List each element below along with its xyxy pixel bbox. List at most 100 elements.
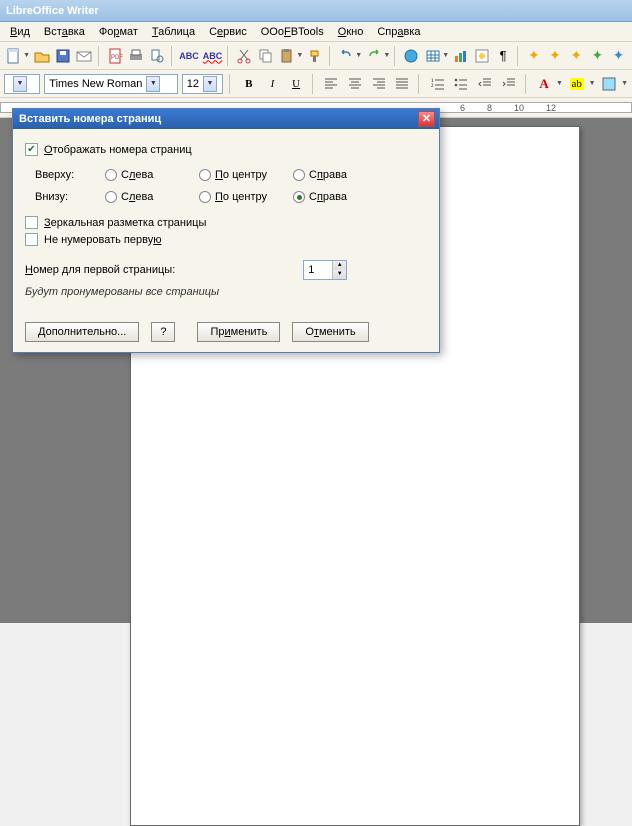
separator [394,46,398,66]
svg-text:2: 2 [431,84,434,89]
chart-icon[interactable] [451,45,470,67]
font-name-combo[interactable]: Times New Roman ▼ [44,74,177,94]
italic-button[interactable]: I [263,73,283,95]
spin-down-icon[interactable]: ▼ [333,270,346,279]
dialog-button-row: Дополнительно... ? Применить Отменить [25,322,427,342]
svg-text:PDF: PDF [111,55,123,61]
star-yellow2-icon[interactable]: ✦ [545,45,564,67]
star-yellow3-icon[interactable]: ✦ [567,45,586,67]
separator [98,46,102,66]
mirror-label: Зеркальная разметка страницы [44,217,206,229]
menu-view[interactable]: Вид [4,24,36,40]
menu-format[interactable]: Формат [93,24,144,40]
top-center-radio[interactable] [199,169,211,181]
outdent-icon[interactable] [475,73,495,95]
top-left-radio[interactable] [105,169,117,181]
apply-button[interactable]: Применить [197,322,280,342]
bottom-right-label: Справа [309,191,347,203]
bottom-left-radio[interactable] [105,191,117,203]
separator [517,46,521,66]
insert-table-icon[interactable] [423,45,442,67]
top-center-label: По центру [215,169,267,181]
align-left-icon[interactable] [322,73,342,95]
spin-up-icon[interactable]: ▲ [333,261,346,270]
menu-ooofbtools[interactable]: OOoFBTools [255,24,330,40]
chevron-down-icon[interactable]: ▼ [203,76,217,92]
redo-icon[interactable] [364,45,383,67]
underline-button[interactable]: U [286,73,306,95]
menu-window[interactable]: Окно [332,24,370,40]
paste-icon[interactable] [277,45,296,67]
mirror-row: Зеркальная разметка страницы [25,216,427,229]
link-icon[interactable] [402,45,421,67]
autospell-icon[interactable]: ABC [202,45,224,67]
separator [418,74,422,94]
bottom-center-label: По центру [215,191,267,203]
first-page-number-row: Номер для первой страницы: ▲ ▼ [25,260,427,280]
help-button[interactable]: ? [151,322,175,342]
hint-text: Будут пронумерованы все страницы [25,286,427,298]
chevron-down-icon[interactable]: ▼ [146,76,160,92]
bold-button[interactable]: B [239,73,259,95]
main-toolbar: ▼ PDF ABC ABC ▼ ▼ ▼ ▼ ¶ ✦ ✦ ✦ ✦ ✦ [0,42,632,70]
open-icon[interactable] [32,45,51,67]
highlight-icon[interactable]: ab [567,73,587,95]
bottom-right-radio[interactable] [293,191,305,203]
print-icon[interactable] [126,45,145,67]
cut-icon[interactable] [235,45,254,67]
clone-format-icon[interactable] [305,45,324,67]
nonprint-icon[interactable]: ¶ [494,45,513,67]
menu-tools[interactable]: Сервис [203,24,253,40]
font-size-combo[interactable]: 12 ▼ [182,74,224,94]
show-numbers-checkbox[interactable]: ✔ [25,143,38,156]
mirror-checkbox[interactable] [25,216,38,229]
bottom-center-radio[interactable] [199,191,211,203]
align-center-icon[interactable] [345,73,365,95]
bullet-list-icon[interactable] [452,73,472,95]
position-radio-group: Вверху: Слева По центру Справа Внизу: [35,164,427,208]
email-icon[interactable] [74,45,93,67]
star-yellow-icon[interactable]: ✦ [524,45,543,67]
chevron-down-icon[interactable]: ▼ [13,76,27,92]
font-size-value: 12 [187,78,199,90]
indent-icon[interactable] [499,73,519,95]
star-green-icon[interactable]: ✦ [588,45,607,67]
font-name-value: Times New Roman [49,78,142,90]
first-page-spinner[interactable]: ▲ ▼ [303,260,347,280]
top-row-label: Вверху: [35,169,105,181]
new-doc-icon[interactable] [4,45,23,67]
menu-help[interactable]: Справка [371,24,426,40]
pdf-icon[interactable]: PDF [105,45,124,67]
menu-table[interactable]: Таблица [146,24,201,40]
top-left-label: Слева [121,169,153,181]
bottom-left-label: Слева [121,191,153,203]
save-icon[interactable] [53,45,72,67]
align-right-icon[interactable] [369,73,389,95]
first-page-input[interactable] [304,261,332,279]
numbered-list-icon[interactable]: 12 [428,73,448,95]
align-justify-icon[interactable] [393,73,413,95]
dialog-title-bar[interactable]: Вставить номера страниц ✕ [13,109,439,129]
star-blue-icon[interactable]: ✦ [609,45,628,67]
navigator-icon[interactable] [472,45,491,67]
app-title: LibreOffice Writer [6,5,99,17]
preview-icon[interactable] [148,45,167,67]
first-page-label: Номер для первой страницы: [25,264,175,276]
insert-page-numbers-dialog: Вставить номера страниц ✕ ✔ Отображать н… [12,108,440,353]
undo-icon[interactable] [336,45,355,67]
menu-insert[interactable]: Вставка [38,24,91,40]
separator [227,46,231,66]
bgcolor-icon[interactable] [600,73,620,95]
copy-icon[interactable] [256,45,275,67]
top-right-radio[interactable] [293,169,305,181]
cancel-button[interactable]: Отменить [292,322,368,342]
style-combo[interactable]: ▼ [4,74,40,94]
bottom-row-label: Внизу: [35,191,105,203]
spellcheck-icon[interactable]: ABC [178,45,200,67]
format-toolbar: ▼ Times New Roman ▼ 12 ▼ B I U 12 A ▼ ab ▼… [0,70,632,98]
font-color-icon[interactable]: A [534,73,554,95]
close-icon[interactable]: ✕ [418,111,435,127]
skip-first-checkbox[interactable] [25,233,38,246]
more-button[interactable]: Дополнительно... [25,322,139,342]
separator [312,74,316,94]
